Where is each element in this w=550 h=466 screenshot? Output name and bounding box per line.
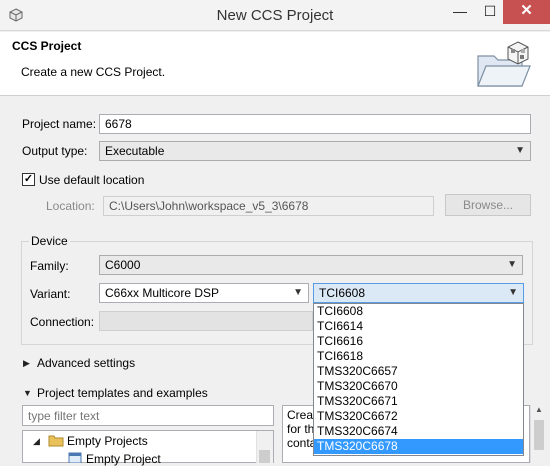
- expand-down-icon[interactable]: ▼: [23, 388, 32, 398]
- minimize-button[interactable]: —: [445, 0, 475, 24]
- use-default-location-label: Use default location: [39, 173, 145, 187]
- variant-value: TCI6608: [319, 286, 366, 300]
- maximize-button[interactable]: ☐: [475, 0, 505, 24]
- project-name-label: Project name:: [22, 117, 97, 131]
- connection-label: Connection:: [30, 315, 95, 329]
- variant-option[interactable]: TMS320C6671: [314, 394, 523, 409]
- project-icon: [68, 452, 82, 463]
- browse-button: Browse...: [445, 194, 531, 216]
- output-type-select[interactable]: Executable ▼: [99, 141, 531, 161]
- expand-right-icon[interactable]: ▶: [23, 358, 30, 369]
- variant-filter-value: C66xx Multicore DSP: [105, 286, 220, 300]
- folder-icon: [48, 435, 64, 447]
- variant-option[interactable]: TMS320C6672: [314, 409, 523, 424]
- family-value: C6000: [105, 258, 141, 272]
- variant-option-selected[interactable]: TMS320C6678: [314, 439, 523, 454]
- scroll-up-icon[interactable]: ▲: [533, 405, 545, 417]
- chevron-down-icon: ▼: [508, 287, 518, 298]
- variant-label: Variant:: [30, 287, 71, 301]
- tree-collapse-icon[interactable]: ◢: [33, 436, 40, 447]
- variant-option[interactable]: TCI6608: [314, 304, 523, 319]
- output-type-value: Executable: [105, 144, 165, 158]
- variant-option[interactable]: TCI6614: [314, 319, 523, 334]
- variant-dropdown-list: TCI6608 TCI6614 TCI6616 TCI6618 TMS320C6…: [313, 303, 524, 456]
- variant-option[interactable]: TMS320C6670: [314, 379, 523, 394]
- variant-filter-select[interactable]: C66xx Multicore DSP ▼: [99, 283, 309, 303]
- close-button[interactable]: ✕: [503, 0, 550, 24]
- location-input: C:\Users\John\workspace_v5_3\6678: [103, 196, 434, 216]
- chevron-down-icon: ▼: [507, 259, 517, 270]
- chevron-down-icon: ▼: [293, 287, 303, 298]
- project-name-input[interactable]: 6678: [99, 114, 531, 134]
- use-default-location-checkbox[interactable]: ✓: [22, 173, 35, 186]
- variant-option[interactable]: TMS320C6657: [314, 364, 523, 379]
- variant-option[interactable]: TCI6618: [314, 349, 523, 364]
- wizard-header: [0, 32, 550, 96]
- output-type-label: Output type:: [22, 144, 88, 158]
- tree-item-empty-projects[interactable]: Empty Projects: [67, 434, 148, 448]
- device-group-label: Device: [29, 234, 70, 248]
- chevron-down-icon: ▼: [515, 145, 525, 156]
- new-project-folder-icon: [477, 41, 531, 87]
- tree-scrollbar-thumb[interactable]: [259, 450, 270, 463]
- family-label: Family:: [30, 259, 69, 273]
- variant-select[interactable]: TCI6608 ▼: [313, 283, 524, 303]
- variant-option[interactable]: TCI6616: [314, 334, 523, 349]
- description-scrollbar-thumb[interactable]: [534, 420, 544, 450]
- family-select[interactable]: C6000 ▼: [99, 255, 523, 275]
- page-title: CCS Project: [12, 39, 82, 53]
- connection-select: [99, 311, 313, 331]
- advanced-settings-label[interactable]: Advanced settings: [37, 356, 135, 370]
- location-label: Location:: [46, 199, 95, 213]
- tree-item-empty-project[interactable]: Empty Project: [86, 452, 161, 466]
- variant-option[interactable]: TMS320C6674: [314, 424, 523, 439]
- template-filter-input[interactable]: [22, 405, 274, 426]
- page-description: Create a new CCS Project.: [21, 65, 166, 79]
- templates-label[interactable]: Project templates and examples: [37, 386, 208, 400]
